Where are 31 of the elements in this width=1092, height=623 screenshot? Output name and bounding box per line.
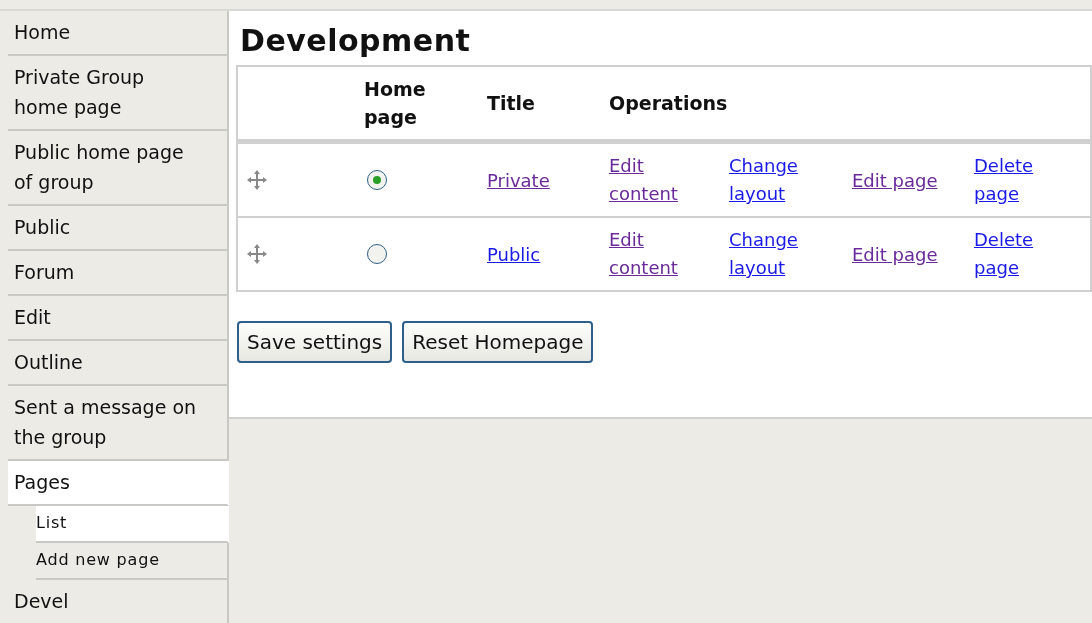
sidebar-item[interactable]: Private Group home page <box>8 56 229 131</box>
link[interactable]: Edit content <box>609 152 713 208</box>
link[interactable]: Change layout <box>729 226 836 282</box>
column-header: Title <box>487 92 535 114</box>
page-title: Development <box>240 23 472 59</box>
link[interactable]: Edit content <box>609 226 713 282</box>
sidebar-subitem[interactable]: List <box>36 506 229 543</box>
sidebar-item[interactable]: Forum <box>8 251 229 296</box>
sidebar-item[interactable]: Public <box>8 206 229 251</box>
column-header: Operations <box>609 92 728 114</box>
link[interactable]: Edit page <box>852 167 938 195</box>
drag-handle-icon[interactable] <box>246 169 268 191</box>
column-header: Home page <box>364 78 426 128</box>
form-button[interactable]: Reset Homepage <box>402 321 594 363</box>
sidebar-item[interactable]: Public home page of group <box>8 131 229 206</box>
form-button[interactable]: Save settings <box>237 321 393 363</box>
link[interactable]: Private <box>487 167 550 195</box>
sidebar-item[interactable]: Sent a message on the group <box>8 386 229 461</box>
link[interactable]: Change layout <box>729 152 836 208</box>
link[interactable]: Public <box>487 241 541 269</box>
sidebar-item[interactable]: Outline <box>8 341 229 386</box>
sidebar-subitem[interactable]: Add new page <box>36 543 229 580</box>
sidebar-item[interactable]: Home <box>8 11 229 56</box>
sidebar-item[interactable]: Edit <box>8 296 229 341</box>
sidebar-item[interactable]: Pages <box>8 461 229 506</box>
link[interactable]: Delete page <box>974 226 1082 282</box>
link[interactable]: Edit page <box>852 241 938 269</box>
drag-handle-icon[interactable] <box>246 243 268 265</box>
link[interactable]: Delete page <box>974 152 1082 208</box>
radio-button[interactable] <box>367 244 387 264</box>
radio-button[interactable] <box>367 170 387 190</box>
